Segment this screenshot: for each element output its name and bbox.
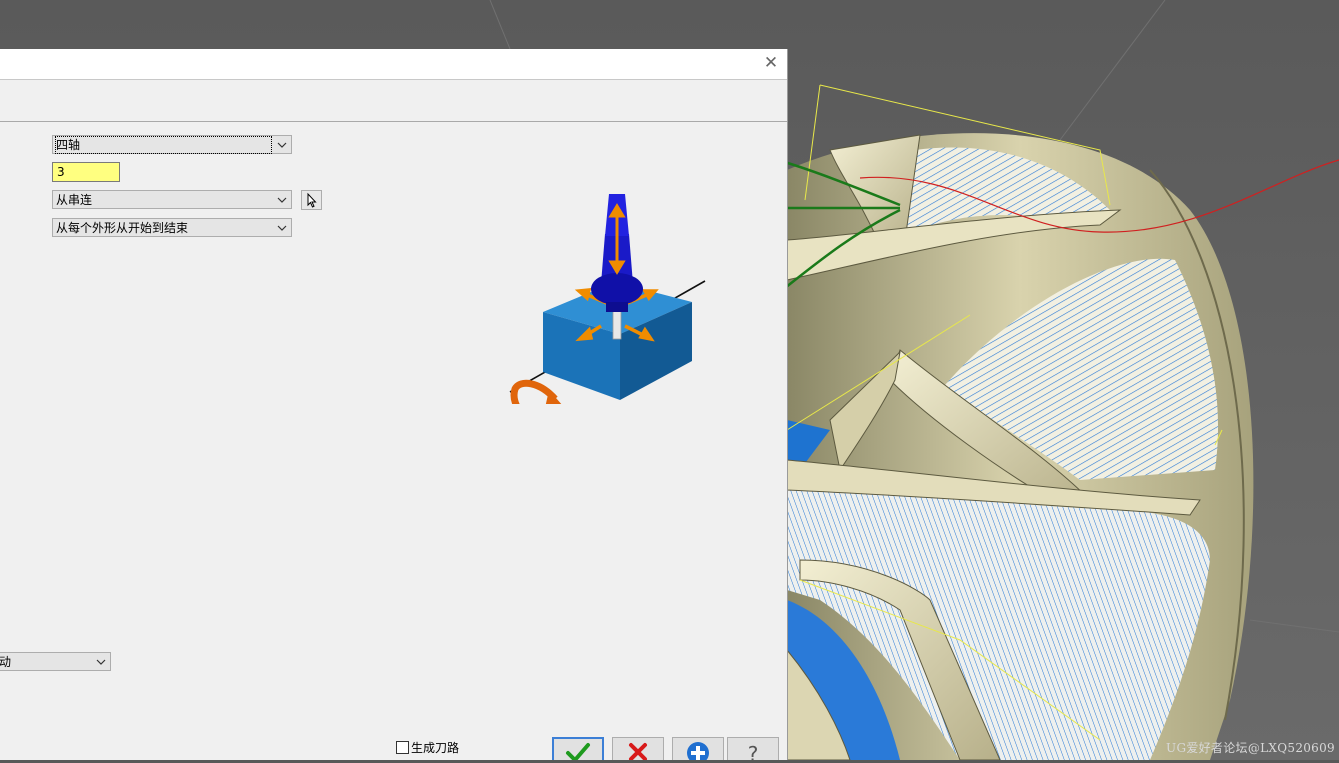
tool-axis-input[interactable]: 3: [52, 162, 120, 182]
lower-option-value: 动: [0, 655, 12, 669]
chevron-down-icon: [277, 142, 287, 148]
svg-text:?: ?: [748, 742, 759, 760]
generate-toolpath-label: 生成刀路: [411, 741, 460, 755]
help-button[interactable]: ?: [727, 737, 779, 760]
axis-type-value: 四轴: [55, 136, 272, 154]
fourth-axis-illustration: [509, 194, 706, 404]
chevron-down-icon: [277, 197, 287, 203]
generate-toolpath-checkbox[interactable]: [396, 741, 409, 754]
cut-order-value: 从每个外形从开始到结束: [56, 221, 189, 235]
watermark: UG爱好者论坛@LXQ520609: [1166, 741, 1335, 755]
chevron-down-icon: [96, 659, 106, 665]
check-icon: [566, 743, 590, 760]
x-icon: [629, 743, 647, 760]
chain-mode-select[interactable]: 从串连: [52, 190, 292, 209]
ok-button[interactable]: [552, 737, 604, 760]
apply-button[interactable]: [672, 737, 724, 760]
question-icon: ?: [748, 742, 759, 760]
axis-type-select[interactable]: 四轴: [52, 135, 292, 154]
cancel-button[interactable]: [612, 737, 664, 760]
plus-icon: [687, 742, 709, 760]
select-geometry-button[interactable]: [301, 190, 322, 210]
chevron-down-icon: [277, 225, 287, 231]
lower-option-select[interactable]: 动: [0, 652, 111, 671]
cut-order-select[interactable]: 从每个外形从开始到结束: [52, 218, 292, 237]
close-icon[interactable]: ✕: [763, 54, 779, 72]
generate-toolpath-option[interactable]: 生成刀路: [396, 739, 459, 757]
chain-mode-value: 从串连: [56, 193, 93, 207]
cursor-arrow-icon: [307, 192, 317, 208]
multiaxis-dialog: ✕ 四轴 3 从串连 从每个外形从开始到结束 动 生成刀路 ?: [0, 49, 788, 760]
dialog-titlebar[interactable]: ✕: [0, 49, 787, 80]
dialog-header-strip: [0, 80, 787, 122]
